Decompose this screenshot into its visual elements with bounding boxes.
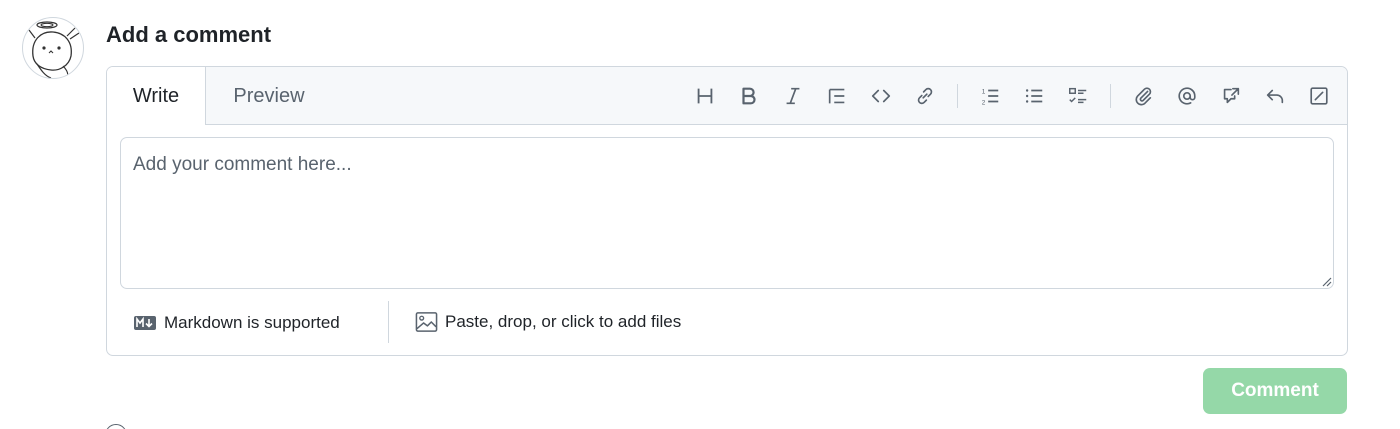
- toolbar-divider: [957, 83, 958, 108]
- markdown-note[interactable]: Markdown is supported: [133, 313, 340, 333]
- editor-header: Write Preview 1 2: [107, 67, 1347, 125]
- link-button[interactable]: [910, 81, 940, 111]
- svg-text:2: 2: [982, 99, 986, 106]
- cross-reference-button[interactable]: [1216, 81, 1246, 111]
- code-button[interactable]: [866, 81, 896, 111]
- comment-submit-button[interactable]: Comment: [1203, 368, 1347, 414]
- heading-icon: [697, 88, 713, 103]
- image-icon: [415, 312, 438, 332]
- attach-button[interactable]: [1128, 81, 1158, 111]
- resize-handle-icon[interactable]: [1320, 275, 1332, 287]
- heading-button[interactable]: [690, 81, 720, 111]
- bold-icon: [742, 87, 756, 104]
- quote-icon: [828, 88, 845, 103]
- italic-button[interactable]: [778, 81, 808, 111]
- footer-divider: [388, 301, 389, 343]
- unordered-list-button[interactable]: [1019, 81, 1049, 111]
- avatar-drawing: [28, 21, 80, 78]
- task-list-icon: [1069, 87, 1087, 103]
- add-files-button[interactable]: Paste, drop, or click to add files: [415, 311, 681, 333]
- mention-button[interactable]: [1172, 81, 1202, 111]
- comment-heading: Add a comment: [106, 22, 272, 47]
- fullscreen-icon: [1310, 86, 1328, 105]
- comment-textarea[interactable]: [120, 137, 1334, 289]
- quote-button[interactable]: [822, 81, 852, 111]
- code-icon: [871, 89, 891, 102]
- toolbar-divider: [1110, 83, 1111, 108]
- mention-icon: [1178, 86, 1196, 105]
- reply-icon: [1266, 89, 1284, 103]
- task-list-button[interactable]: [1063, 81, 1093, 111]
- tab-preview[interactable]: Preview: [221, 67, 317, 125]
- bold-button[interactable]: [734, 81, 764, 111]
- unordered-list-icon: [1025, 88, 1043, 103]
- markdown-note-label: Markdown is supported: [164, 313, 340, 332]
- reply-button[interactable]: [1260, 81, 1290, 111]
- link-icon: [917, 87, 933, 104]
- comment-editor: Write Preview 1 2 Add your comment here.…: [106, 66, 1348, 356]
- ordered-list-button[interactable]: 12: [975, 81, 1005, 111]
- italic-icon: [786, 87, 800, 104]
- svg-text:1: 1: [982, 88, 986, 95]
- cross-reference-icon: [1223, 87, 1240, 103]
- editor-footer: Markdown is supported Paste, drop, or cl…: [107, 301, 1347, 345]
- add-files-label: Paste, drop, or click to add files: [445, 312, 682, 331]
- attach-icon: [1135, 86, 1152, 105]
- tab-write[interactable]: Write: [107, 67, 206, 125]
- fullscreen-button[interactable]: [1304, 81, 1334, 111]
- circle-icon: [105, 424, 127, 429]
- ordered-list-icon: 12: [982, 88, 999, 106]
- comment-form: Add a comment Write Preview 1 2 Add your…: [0, 0, 1400, 429]
- markdown-icon: [134, 316, 156, 330]
- formatting-toolbar: 12: [683, 67, 1341, 124]
- user-avatar[interactable]: [22, 17, 84, 79]
